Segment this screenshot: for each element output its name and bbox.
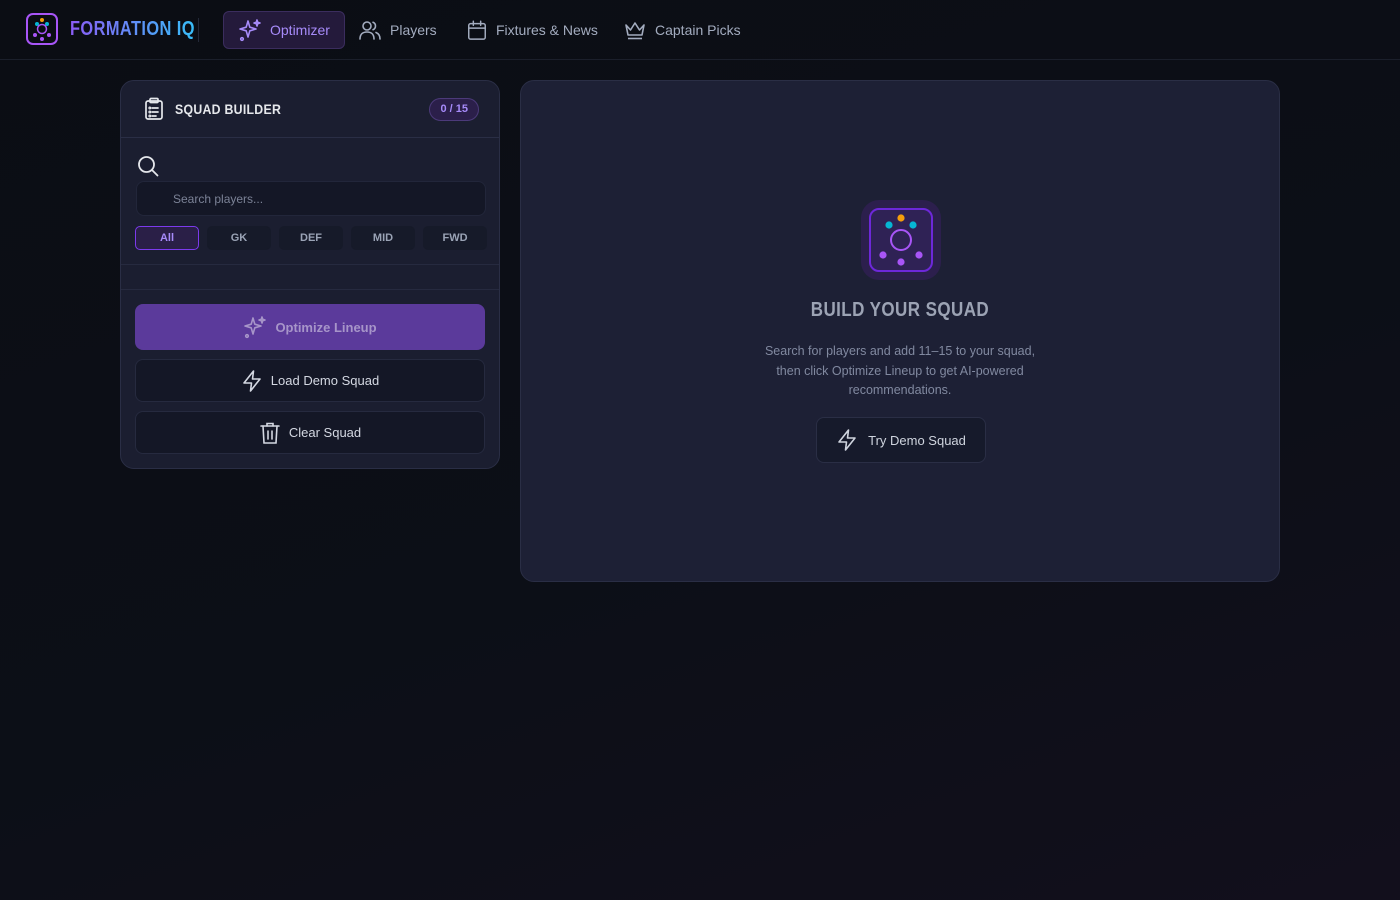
load-demo-squad-button[interactable]: Load Demo Squad — [135, 359, 485, 402]
optimize-lineup-button[interactable]: Optimize Lineup — [135, 304, 485, 350]
nav-captain-picks-label: Captain Picks — [655, 22, 741, 38]
filter-mid[interactable]: MID — [351, 226, 415, 250]
filter-gk[interactable]: GK — [207, 226, 271, 250]
try-demo-squad-button[interactable]: Try Demo Squad — [816, 417, 986, 463]
formation-icon — [861, 200, 941, 280]
divider — [121, 289, 499, 290]
formation-logo-icon — [26, 13, 58, 45]
crown-icon — [625, 22, 645, 40]
position-filters: All GK DEF MID FWD — [135, 226, 487, 250]
sparkles-icon — [244, 316, 267, 339]
divider — [121, 264, 499, 265]
top-navigation-bar: FORMATION IQ Optimizer Players Fixtures … — [0, 0, 1400, 60]
filter-def[interactable]: DEF — [279, 226, 343, 250]
brand-name: FORMATION IQ — [70, 17, 195, 40]
search-players-input[interactable] — [136, 181, 486, 216]
nav-optimizer[interactable]: Optimizer — [223, 11, 345, 49]
filter-fwd[interactable]: FWD — [423, 226, 487, 250]
nav-players[interactable]: Players — [344, 11, 451, 49]
trash-icon — [260, 422, 280, 444]
squad-builder-panel: SQUAD BUILDER 0 / 15 All GK DEF MID FWD … — [120, 80, 500, 469]
load-demo-squad-label: Load Demo Squad — [270, 373, 380, 388]
clipboard-icon — [145, 97, 163, 120]
lineup-panel: BUILD YOUR SQUAD Search for players and … — [520, 80, 1280, 582]
empty-state-title: BUILD YOUR SQUAD — [521, 299, 1279, 322]
optimize-lineup-label: Optimize Lineup — [275, 319, 377, 335]
nav-optimizer-label: Optimizer — [270, 22, 330, 38]
try-demo-squad-label: Try Demo Squad — [868, 432, 966, 448]
nav-players-label: Players — [390, 22, 437, 38]
nav-captain-picks[interactable]: Captain Picks — [609, 11, 755, 49]
sparkles-icon — [239, 19, 261, 42]
squad-builder-header: SQUAD BUILDER 0 / 15 — [121, 81, 499, 138]
search-icon — [137, 155, 159, 181]
clear-squad-label: Clear Squad — [288, 425, 362, 440]
nav-fixtures-news[interactable]: Fixtures & News — [452, 11, 612, 49]
empty-state-description: Search for players and add 11–15 to your… — [764, 344, 1036, 397]
squad-count-badge: 0 / 15 — [429, 98, 479, 121]
filter-all[interactable]: All — [135, 226, 199, 250]
empty-state-title-text: BUILD YOUR SQUAD — [810, 299, 990, 321]
lightning-icon — [242, 369, 261, 392]
nav-fixtures-news-label: Fixtures & News — [496, 22, 598, 38]
calendar-icon — [468, 20, 486, 40]
squad-builder-title: SQUAD BUILDER — [175, 101, 282, 117]
users-icon — [359, 21, 381, 40]
nav-divider — [198, 18, 199, 42]
clear-squad-button[interactable]: Clear Squad — [135, 411, 485, 454]
lightning-icon — [838, 429, 856, 451]
brand[interactable]: FORMATION IQ — [26, 13, 222, 45]
